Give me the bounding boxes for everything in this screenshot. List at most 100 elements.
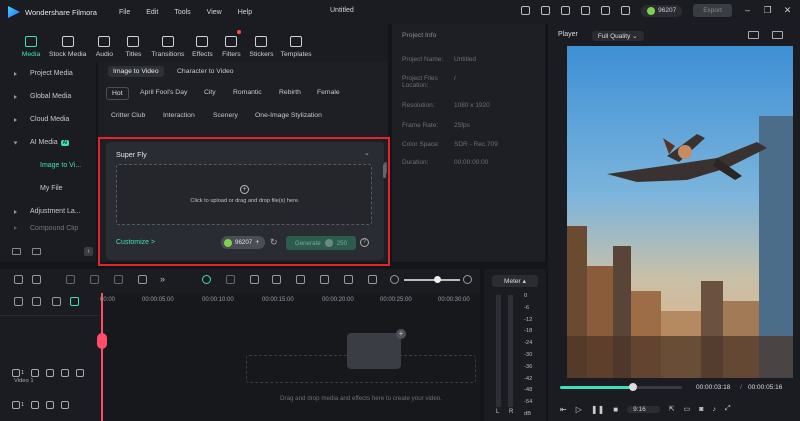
timeline-ruler[interactable]: 00:00 00:00:05:00 00:00:10:00 00:00:15:0… [100,297,480,307]
redo-icon[interactable] [90,275,99,284]
category-scenery[interactable]: Scenery [208,110,243,121]
snap-icon[interactable] [70,297,79,306]
menu-edit[interactable]: Edit [146,9,158,16]
zoom-slider[interactable] [404,276,460,283]
fullscreen-out-icon[interactable]: ⇱ [669,405,675,413]
gift-icon[interactable] [621,6,631,15]
snapshot-icon[interactable] [368,275,377,284]
menu-help[interactable]: Help [238,9,252,16]
tab-transitions[interactable]: Transitions [151,24,184,62]
snapshot-icon[interactable] [772,31,783,39]
tab-stock-media[interactable]: Stock Media [49,24,86,62]
monitor-icon[interactable]: ▭ [684,405,691,413]
category-romantic[interactable]: Romantic [228,87,267,98]
shield-icon[interactable] [272,275,281,284]
playback-progress[interactable] [560,383,682,391]
video-preview[interactable] [567,46,793,378]
playhead-line[interactable] [101,293,103,421]
minimize-icon[interactable]: – [743,6,752,15]
volume-icon[interactable]: ♪ [713,406,717,413]
link-icon[interactable] [32,297,41,306]
ai-tools-icon[interactable] [202,275,211,284]
import-folder-icon[interactable] [32,248,41,255]
ruler-tick: 00:00 [100,297,116,303]
tab-audio[interactable]: Audio [93,24,115,62]
fullscreen-icon[interactable]: ⤢ [725,405,731,413]
meter-header[interactable]: Meter ▴ [492,275,538,287]
tab-titles[interactable]: Titles [122,24,144,62]
timer-icon[interactable] [250,275,259,284]
sidebar-item-adjustment-layer[interactable]: Adjustment La... [0,200,96,223]
cloud-icon[interactable] [601,6,611,15]
playhead-handle[interactable] [97,333,107,349]
sidebar-item-my-file[interactable]: My File [0,177,96,200]
ai-image-icon[interactable] [226,275,235,284]
camera-icon[interactable]: ◙ [699,406,703,413]
layout-icon[interactable] [14,275,23,284]
close-icon[interactable]: ✕ [783,6,792,15]
delete-icon[interactable] [114,275,123,284]
zoom-out-icon[interactable] [390,275,399,284]
category-rebirth[interactable]: Rebirth [274,87,306,98]
category-interaction[interactable]: Interaction [158,110,200,121]
play-icon[interactable]: ❚❚ [591,405,604,414]
tab-templates[interactable]: Templates [281,24,312,62]
credits-badge[interactable]: 96207 [641,4,683,17]
send-icon[interactable] [521,6,531,15]
sidebar-item-ai-media[interactable]: AI Media AI [0,131,96,154]
compare-icon[interactable] [748,31,759,39]
menu-tools[interactable]: Tools [174,9,190,16]
drop-zone[interactable] [246,355,476,383]
category-critter-club[interactable]: Critter Club [106,110,150,121]
export-button[interactable]: Export [693,4,732,17]
prev-frame-icon[interactable]: ⇤ [560,405,567,414]
tab-media[interactable]: Media [20,24,42,62]
stop-icon[interactable]: ■ [613,405,618,414]
category-female[interactable]: Female [312,87,345,98]
collapse-sidebar-icon[interactable]: ‹ [84,247,93,256]
quality-select[interactable]: Full Quality ⌄ [591,31,644,41]
zoom-knob[interactable] [434,276,441,283]
menu-view[interactable]: View [207,9,222,16]
play-reverse-icon[interactable]: ▷ [576,405,582,414]
marker-icon[interactable] [52,297,61,306]
bulb-icon[interactable] [561,6,571,15]
select-tool-icon[interactable] [32,275,41,284]
eye-icon[interactable] [61,369,70,377]
sidebar-item-compound-clip[interactable]: Compound Clip [0,223,96,233]
category-one-image-stylization[interactable]: One-Image Stylization [250,110,327,121]
tab-image-to-video[interactable]: Image to Video [108,66,164,77]
audio-mix-icon[interactable] [320,275,329,284]
speaker-icon[interactable] [46,401,55,409]
sidebar-item-project-media[interactable]: Project Media [0,62,96,85]
lock-icon[interactable] [76,369,85,377]
new-folder-icon[interactable] [12,248,21,255]
cloud-upload-icon[interactable] [541,6,551,15]
tab-effects[interactable]: Effects [191,24,213,62]
mic-icon[interactable] [296,275,305,284]
split-icon[interactable] [138,275,147,284]
restore-icon[interactable]: ❐ [763,6,772,15]
tab-filters[interactable]: Filters [220,24,242,62]
more-tools-icon[interactable]: » [160,274,165,284]
sidebar-item-cloud-media[interactable]: Cloud Media [0,108,96,131]
tab-character-to-video[interactable]: Character to Video [172,66,239,77]
folder-icon[interactable] [31,369,40,377]
lock-icon[interactable] [61,401,70,409]
category-april-fools[interactable]: April Fool's Day [135,87,192,98]
category-city[interactable]: City [199,87,221,98]
category-hot[interactable]: Hot [106,87,129,100]
folder-icon[interactable] [31,401,40,409]
undo-icon[interactable] [66,275,75,284]
add-track-icon[interactable] [14,297,23,306]
speaker-icon[interactable] [46,369,55,377]
sidebar-item-image-to-video[interactable]: Image to Vi... [0,154,96,177]
tab-stickers[interactable]: Stickers [249,24,274,62]
menu-file[interactable]: File [119,9,130,16]
sidebar-item-global-media[interactable]: Global Media [0,85,96,108]
track-name: Video 1 [14,378,34,384]
zoom-in-icon[interactable] [463,275,472,284]
headset-icon[interactable] [581,6,591,15]
aspect-ratio-select[interactable]: 9:16 [627,405,660,413]
replace-icon[interactable] [344,275,353,284]
